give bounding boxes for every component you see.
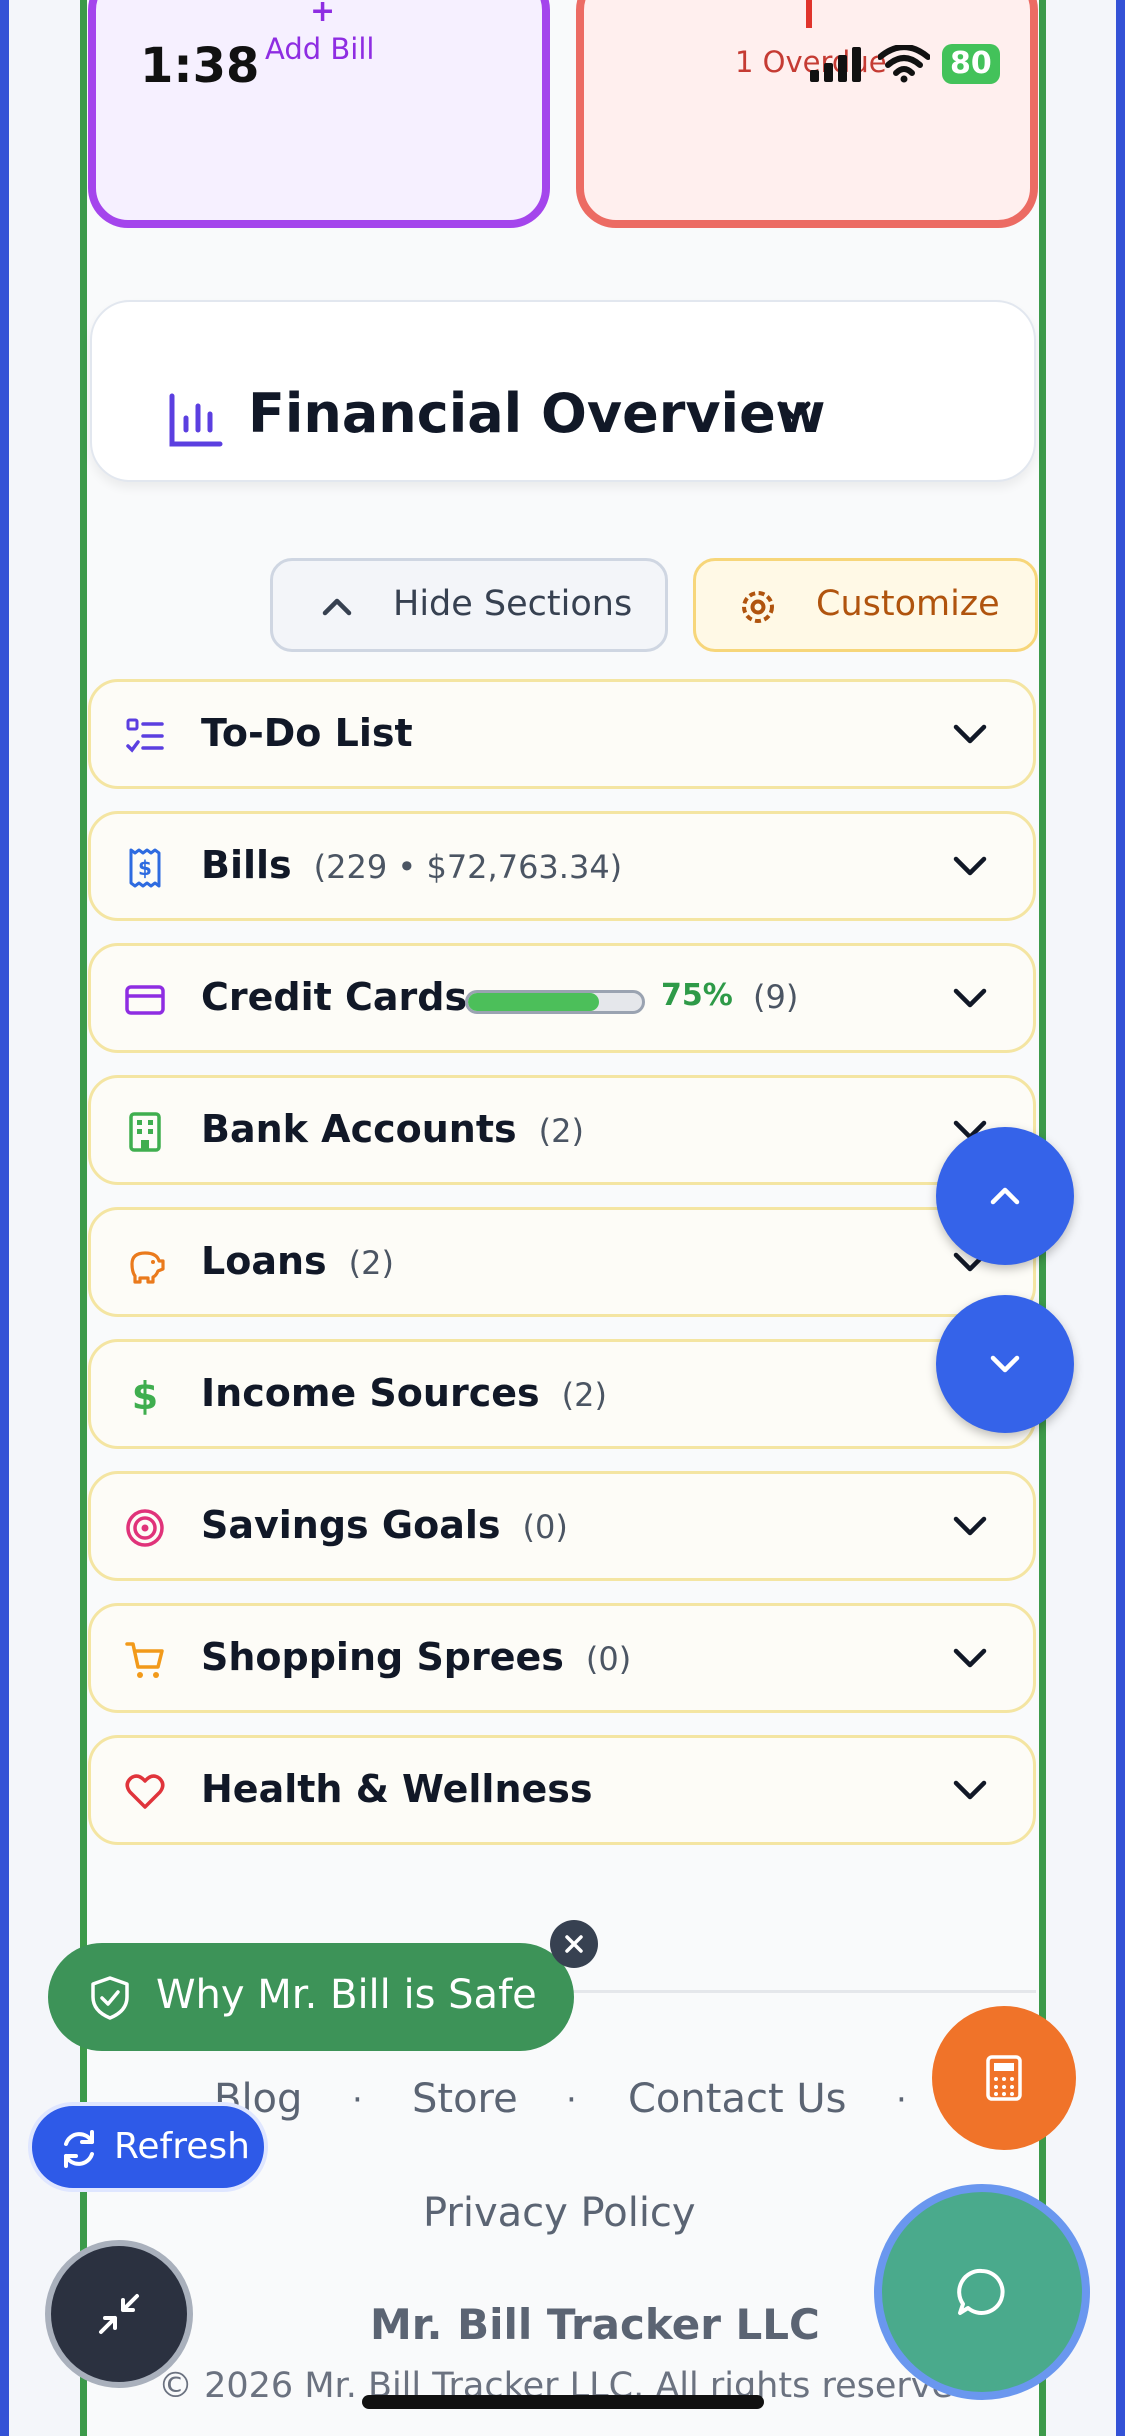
chevron-down-icon	[953, 1780, 987, 1800]
section-label: Shopping Sprees	[201, 1635, 564, 1679]
chevron-down-icon	[953, 856, 987, 876]
financial-overview-header[interactable]: Financial Overview	[90, 300, 1036, 482]
minimize-button[interactable]	[45, 2240, 193, 2388]
section-bills[interactable]: $ Bills (229 • $72,763.34)	[88, 811, 1036, 921]
screen-edge-left	[0, 0, 9, 2436]
section-label: Credit Cards	[201, 975, 468, 1019]
section-count: (229 • $72,763.34)	[313, 848, 623, 886]
shield-check-icon	[91, 1976, 129, 2020]
chevron-down-icon	[953, 1648, 987, 1668]
svg-text:$: $	[132, 1376, 158, 1416]
section-label: Bank Accounts	[201, 1107, 517, 1151]
footer-separator: ·	[352, 2080, 363, 2120]
chat-bubble-icon	[957, 2268, 1005, 2315]
section-count: (2)	[538, 1112, 584, 1150]
bar-chart-icon	[169, 393, 223, 447]
refresh-button[interactable]: Refresh	[28, 2102, 268, 2192]
credit-card-icon	[125, 985, 165, 1015]
credit-utilization-fill	[468, 993, 599, 1011]
section-label: Health & Wellness	[201, 1767, 593, 1811]
section-label: To-Do List	[201, 711, 413, 755]
section-income-sources[interactable]: $ Income Sources (2)	[88, 1339, 1036, 1449]
overdue-card[interactable]	[576, 0, 1038, 228]
section-credit-cards[interactable]: Credit Cards 75% (9)	[88, 943, 1036, 1053]
close-safe-button[interactable]	[550, 1920, 598, 1968]
shopping-cart-icon	[125, 1642, 164, 1678]
refresh-icon	[64, 2130, 94, 2168]
why-safe-label: Why Mr. Bill is Safe	[156, 1972, 537, 2018]
gear-icon	[742, 591, 774, 623]
screen-edge-right	[1116, 0, 1125, 2436]
hide-sections-button[interactable]: Hide Sections	[270, 558, 668, 652]
heart-icon	[125, 1774, 165, 1809]
chevron-up-icon	[322, 598, 352, 616]
home-indicator	[362, 2395, 764, 2409]
calculator-icon	[986, 2055, 1022, 2101]
scroll-up-button[interactable]	[936, 1127, 1074, 1265]
wifi-icon	[878, 45, 930, 83]
building-icon	[129, 1112, 161, 1152]
section-count: (2)	[561, 1376, 607, 1414]
section-todo-list[interactable]: To-Do List	[88, 679, 1036, 789]
chat-button[interactable]	[874, 2184, 1090, 2400]
dollar-icon: $	[132, 1376, 158, 1416]
footer-link-store[interactable]: Store	[412, 2076, 518, 2122]
section-bank-accounts[interactable]: Bank Accounts (2)	[88, 1075, 1036, 1185]
close-icon	[565, 1935, 583, 1953]
section-label: Loans	[201, 1239, 327, 1283]
why-safe-button[interactable]: Why Mr. Bill is Safe	[48, 1943, 574, 2051]
chevron-down-icon	[990, 1355, 1020, 1373]
refresh-label: Refresh	[114, 2126, 250, 2167]
credit-utilization-bar	[465, 990, 645, 1014]
section-count: (2)	[348, 1244, 394, 1282]
footer-link-privacy[interactable]: Privacy Policy	[423, 2190, 696, 2236]
credit-utilization-percent: 75%	[661, 978, 733, 1013]
scroll-down-button[interactable]	[936, 1295, 1074, 1433]
company-name: Mr. Bill Tracker LLC	[370, 2300, 820, 2349]
footer-separator: ·	[896, 2080, 907, 2120]
target-icon	[126, 1509, 164, 1547]
hide-sections-label: Hide Sections	[393, 584, 633, 624]
chevron-down-icon	[953, 988, 987, 1008]
section-count: (9)	[753, 978, 799, 1016]
checklist-icon	[126, 718, 164, 753]
chevron-down-icon	[953, 724, 987, 744]
page-title: Financial Overview	[248, 382, 826, 445]
plus-icon: +	[310, 0, 336, 29]
chevron-down-icon	[953, 1516, 987, 1536]
chevron-down-icon	[777, 401, 811, 421]
section-label: Income Sources	[201, 1371, 540, 1415]
customize-button[interactable]: Customize	[693, 558, 1038, 652]
receipt-icon: $	[129, 848, 161, 888]
svg-text:$: $	[138, 856, 152, 880]
minimize-arrows-icon	[99, 2294, 139, 2334]
status-time: 1:38	[140, 38, 260, 94]
section-count: (0)	[522, 1508, 568, 1546]
calculator-button[interactable]	[932, 2006, 1076, 2150]
section-label: Bills	[201, 843, 292, 887]
customize-label: Customize	[816, 584, 1000, 624]
chevron-up-icon	[990, 1187, 1020, 1205]
piggy-bank-icon	[130, 1251, 165, 1284]
overdue-indicator	[806, 0, 812, 28]
section-shopping-sprees[interactable]: Shopping Sprees (0)	[88, 1603, 1036, 1713]
footer-link-contact[interactable]: Contact Us	[628, 2076, 846, 2122]
add-bill-label: Add Bill	[265, 32, 375, 66]
section-savings-goals[interactable]: Savings Goals (0)	[88, 1471, 1036, 1581]
section-health-wellness[interactable]: Health & Wellness	[88, 1735, 1036, 1845]
battery-level: 80	[942, 44, 1000, 84]
section-loans[interactable]: Loans (2)	[88, 1207, 1036, 1317]
section-count: (0)	[585, 1640, 632, 1678]
signal-icon	[810, 47, 861, 82]
status-icons: 80	[808, 44, 1000, 84]
footer-separator: ·	[566, 2080, 577, 2120]
section-label: Savings Goals	[201, 1503, 501, 1547]
